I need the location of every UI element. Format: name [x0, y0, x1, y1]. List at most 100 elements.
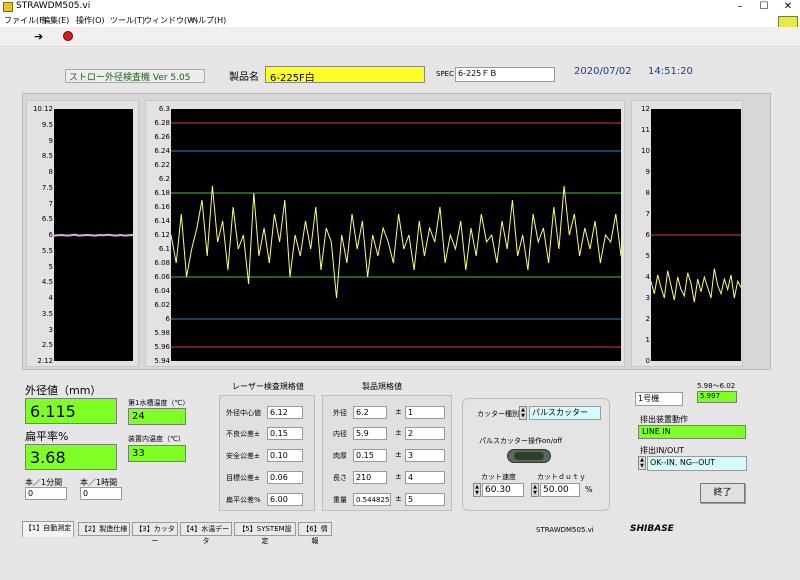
y-tick-label: 6.24	[154, 147, 170, 155]
y-tick-label: 6.14	[154, 217, 170, 225]
y-tick-label: 8.5	[41, 152, 53, 161]
data-series-line	[650, 268, 742, 303]
spec-wall-field[interactable]: 0.15	[353, 449, 387, 462]
tab-auto-measure[interactable]: 【1】自動測定	[22, 521, 74, 537]
laser-target-field[interactable]: 0.06	[267, 471, 303, 484]
y-tick-label: 6.26	[154, 133, 170, 141]
y-tick-label: 6.5	[41, 215, 53, 224]
per-hour-field[interactable]: 0	[80, 487, 122, 500]
y-tick-label: 9	[645, 168, 650, 176]
plus-minus-label: ±	[395, 407, 402, 416]
eject-action-value: LINE IN	[638, 425, 746, 439]
tank1-temp-label: 第1水槽温度（℃）	[128, 399, 190, 407]
left-trend-chart	[53, 233, 134, 237]
spec-tol-field[interactable]: 2	[405, 427, 445, 440]
machine-number-field: 1号機	[635, 392, 683, 406]
menu-help[interactable]: ヘルプ(H)	[190, 15, 226, 26]
product-name-field[interactable]: 6-225F白	[265, 66, 425, 84]
spec-tol-field[interactable]: 3	[405, 449, 445, 462]
product-spec-panel: 外径 6.2 ± 1 内径 5.9 ± 2 肉厚 0.15 ± 3 長さ 210…	[322, 395, 452, 511]
menu-tools[interactable]: ツール(T)	[110, 15, 145, 26]
spec-od-field[interactable]: 6.2	[353, 406, 387, 419]
pulse-cutter-toggle[interactable]	[507, 449, 551, 463]
tab-info[interactable]: 【6】情報	[298, 522, 332, 545]
y-tick-label: 10.12	[32, 105, 53, 113]
right-y-axis: 12 11 10 9 8 7 6 5 4 3 2 1 0	[632, 105, 650, 365]
spec-field[interactable]: 6-225ＦＢ	[455, 67, 555, 82]
y-tick-label: 11	[641, 126, 650, 134]
brand-label: SHIBASE	[630, 524, 674, 534]
product-name-label: 製品名	[229, 72, 259, 83]
menu-file[interactable]: ファイル(F)	[4, 15, 47, 26]
cut-speed-stepper[interactable]: ▲ ▼	[473, 483, 481, 497]
tab-system-settings[interactable]: 【5】SYSTEM設定	[234, 522, 296, 545]
eject-inout-stepper[interactable]: ▲ ▼	[638, 456, 646, 470]
cutter-type-field[interactable]: パルスカッター	[529, 406, 601, 420]
tank1-temp-value: 24	[128, 408, 186, 425]
spec-tol-field[interactable]: 5	[405, 493, 445, 506]
y-tick-label: 8	[645, 189, 650, 197]
laser-center-field[interactable]: 6.12	[267, 406, 303, 419]
run-arrow-icon[interactable]: ➔	[34, 30, 43, 43]
eject-inout-field[interactable]: OK--IN, NG--OUT	[647, 456, 747, 471]
cutter-type-stepper[interactable]: ▲ ▼	[519, 406, 527, 420]
window-title: STRAWDM505.vi	[16, 1, 91, 11]
y-tick-label: 4.5	[41, 278, 53, 287]
y-tick-label: 2.12	[37, 357, 53, 365]
minimize-button[interactable]: –	[728, 0, 752, 14]
app-icon	[3, 2, 13, 12]
tab-manufacturing-spec[interactable]: 【2】製造仕様	[78, 522, 130, 536]
flatness-value: 3.68	[25, 444, 117, 470]
menu-operate[interactable]: 操作(O)	[76, 15, 105, 26]
spec-tol-field[interactable]: 4	[405, 471, 445, 484]
time-display: 14:51:20	[648, 66, 693, 77]
spec-tol-field[interactable]: 1	[405, 406, 445, 419]
y-tick-label: 4	[48, 294, 53, 302]
end-button[interactable]: 終了	[700, 483, 745, 503]
y-tick-label: 5.96	[154, 343, 170, 351]
toolbar: ➔	[0, 27, 800, 47]
od-label: 外径値（mm）	[25, 384, 102, 397]
laser-flat-field[interactable]: 6.00	[267, 493, 303, 506]
cut-duty-stepper[interactable]: ▲ ▼	[531, 483, 539, 497]
range-label: 5.98～6.02	[697, 382, 736, 390]
right-plot-area	[650, 109, 742, 361]
room-temp-label: 装置内温度（℃）	[128, 435, 185, 443]
y-tick-label: 3	[645, 294, 650, 302]
spec-length-field[interactable]: 210	[353, 471, 387, 484]
y-tick-label: 6.16	[154, 203, 170, 211]
maximize-button[interactable]: ☐	[752, 0, 776, 14]
laser-spec-panel: 外径中心値 6.12 不良公差± 0.15 安全公差± 0.10 目標公差± 0…	[219, 395, 315, 511]
product-spec-title: 製品規格値	[362, 382, 402, 391]
spec-weight-field[interactable]: 0.544825	[353, 493, 391, 506]
menu-bar: ファイル(F) 編集(E) 操作(O) ツール(T) ウィンドウ(W) ヘルプ(…	[0, 14, 800, 27]
cutter-type-label: カッター種別	[477, 410, 519, 418]
laser-reject-field[interactable]: 0.15	[267, 427, 303, 440]
abort-icon[interactable]	[63, 31, 73, 41]
per-minute-field[interactable]: 0	[25, 487, 67, 500]
laser-safety-field[interactable]: 0.10	[267, 449, 303, 462]
spec-id-field[interactable]: 5.9	[353, 427, 387, 440]
left-y-axis: 10.12 9.5 9 8.5 8 7.5 7 6.5 6 5.5 5 4.5 4 3.5 3 2.5 2.12	[29, 105, 53, 365]
y-tick-label: 2.5	[41, 341, 53, 350]
y-tick-label: 7	[48, 199, 53, 208]
y-tick-label: 6.02	[154, 301, 170, 309]
range-value: 5.997	[697, 391, 737, 403]
data-series-line	[170, 185, 622, 299]
laser-row-label: 不良公差±	[226, 430, 260, 438]
y-tick-label: 12	[641, 105, 650, 113]
spec-row-label: 肉厚	[333, 452, 347, 460]
y-tick-label: 6.06	[154, 273, 170, 281]
close-button[interactable]: ✕	[776, 0, 800, 14]
cut-duty-field[interactable]: 50.00	[540, 483, 580, 497]
y-tick-label: 6.28	[154, 119, 170, 127]
spec-label: SPEC	[436, 70, 454, 78]
duty-unit-label: %	[585, 485, 593, 494]
tab-cutter[interactable]: 【3】カッター	[132, 522, 178, 545]
laser-row-label: 外径中心値	[226, 409, 261, 417]
y-tick-label: 5	[48, 262, 53, 271]
cut-speed-field[interactable]: 60.30	[482, 483, 524, 497]
left-plot-area	[53, 109, 134, 361]
tab-water-temp[interactable]: 【4】水温データ	[180, 522, 232, 545]
menu-edit[interactable]: 編集(E)	[42, 15, 69, 26]
